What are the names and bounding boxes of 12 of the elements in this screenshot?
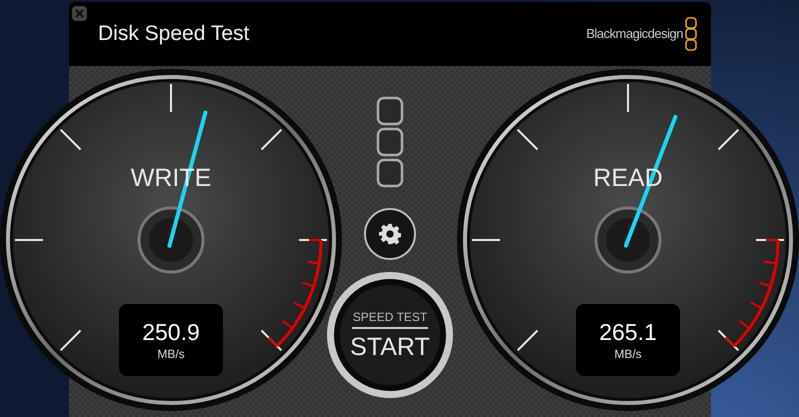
speed-unit: MB/s — [614, 348, 642, 360]
speed-unit: MB/s — [157, 348, 185, 360]
logo-icon — [376, 96, 404, 188]
speed-value: 250.9 — [142, 320, 200, 344]
settings-icon — [379, 223, 401, 245]
speed-value: 265.1 — [599, 320, 657, 344]
logo-icon — [685, 17, 697, 51]
brand-name: Blackmagicdesign — [586, 25, 683, 44]
start-button[interactable]: SPEED TEST START — [327, 272, 453, 398]
settings-button[interactable] — [364, 208, 416, 260]
window-title: Disk Speed Test — [98, 21, 250, 48]
close-icon — [75, 9, 84, 18]
